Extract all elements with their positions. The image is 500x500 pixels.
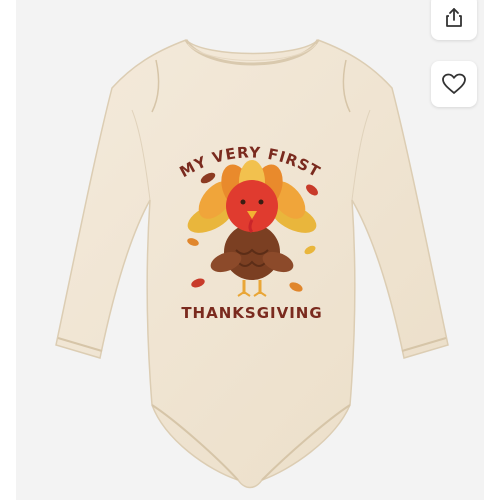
product-photo: MY VERY FIRST THANKSGIVING — [16, 0, 484, 500]
print-bottom-text: THANKSGIVING — [181, 304, 322, 322]
favorite-button[interactable] — [431, 61, 477, 107]
product-image-viewer: MY VERY FIRST THANKSGIVING — [0, 0, 500, 500]
share-button[interactable] — [431, 0, 477, 40]
share-icon — [446, 8, 462, 27]
heart-outline-icon — [442, 73, 466, 94]
bodysuit-image: MY VERY FIRST THANKSGIVING — [55, 39, 449, 489]
